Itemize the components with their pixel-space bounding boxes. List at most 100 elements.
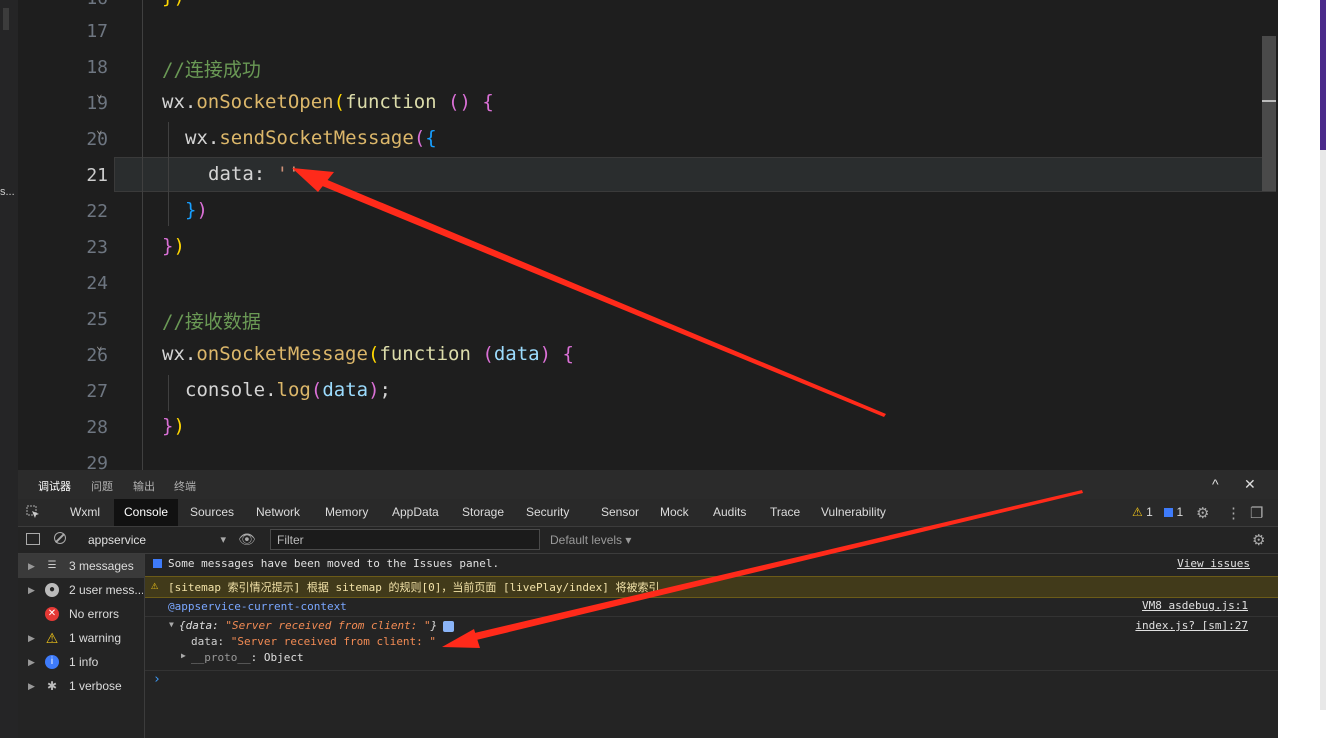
devtools-panel: 调试器 问题 输出 终端 ^ ✕ Wxml Console Sources Ne… [18, 470, 1278, 738]
more-options-icon[interactable]: ⋮ [1226, 504, 1241, 522]
error-icon: ✕ [45, 607, 59, 621]
token: . [184, 91, 197, 113]
object-summary-value: "Server received from client: " [225, 619, 431, 632]
warning-count: 1 [1146, 505, 1153, 519]
tab-terminal[interactable]: 终端 [174, 478, 196, 494]
sidebar-toggle-icon[interactable] [26, 533, 40, 545]
tab-sensor[interactable]: Sensor [591, 499, 649, 526]
object-summary[interactable]: {data: "Server received from client: "} [179, 619, 437, 632]
left-sidebar-strip: s... [0, 0, 18, 738]
tab-sources[interactable]: Sources [180, 499, 244, 526]
list-icon: ☰ [47, 560, 57, 571]
proto-key: __proto__ [191, 651, 251, 664]
token: : [253, 163, 277, 185]
sidebar-item-label: 2 user mess... [69, 583, 143, 597]
fold-chevron-icon[interactable]: ⌄ [96, 87, 103, 100]
log-row-object: ▼ {data: "Server received from client: "… [145, 618, 1278, 671]
tab-audits[interactable]: Audits [703, 499, 756, 526]
tab-debugger[interactable]: 调试器 [38, 478, 71, 502]
eye-icon[interactable]: 👁 [238, 531, 256, 548]
tab-trace[interactable]: Trace [760, 499, 810, 526]
tab-mock[interactable]: Mock [650, 499, 699, 526]
tab-console[interactable]: Console [114, 499, 179, 526]
code-editor[interactable]: 16 17 18 19 20 21 22 23 24 25 26 27 28 2… [18, 0, 1278, 470]
console-prompt[interactable]: › [153, 672, 161, 687]
token: ; [379, 379, 391, 401]
token: . [265, 379, 277, 401]
expand-arrow-icon[interactable]: ▶ [181, 651, 186, 660]
fold-chevron-icon[interactable]: ⌄ [96, 339, 103, 352]
token: log [276, 379, 311, 401]
tab-wxml[interactable]: Wxml [60, 499, 110, 526]
gear-icon[interactable]: ⚙ [1196, 504, 1209, 522]
indent-guide [142, 0, 143, 470]
sidebar-item-info[interactable]: ▶ i 1 info [18, 650, 144, 674]
filter-input[interactable] [270, 529, 540, 550]
indent-guide [168, 375, 169, 411]
clear-console-icon[interactable] [54, 532, 66, 544]
tab-problems[interactable]: 问题 [91, 478, 113, 494]
context-selector[interactable]: appservice [82, 530, 232, 550]
expand-arrow-icon[interactable]: ▼ [169, 620, 174, 629]
expand-arrow-icon: ▶ [28, 585, 35, 595]
line-number: 16 [48, 0, 108, 9]
token: } [162, 235, 174, 257]
sidebar-item-errors[interactable]: ✕ No errors [18, 602, 144, 626]
code-line-27: console.log(data); [185, 379, 391, 401]
info-count: 1 [1176, 505, 1184, 519]
property-value: "Server received from client: " [230, 635, 437, 648]
code-line-19: wx.onSocketOpen(function () { [162, 91, 494, 113]
view-issues-link[interactable]: View issues [1177, 557, 1250, 570]
token: ) [173, 235, 185, 257]
user-icon: ● [45, 583, 59, 597]
token: function [379, 343, 471, 365]
token: () { [436, 91, 494, 113]
sidebar-item-label: 1 warning [69, 631, 122, 645]
sidebar-item-warnings[interactable]: ▶ ⚠ 1 warning [18, 626, 144, 650]
token: wx [162, 343, 185, 365]
expand-arrow-icon: ▶ [28, 681, 35, 691]
sidebar-item-messages[interactable]: ▶ ☰ 3 messages [18, 554, 144, 578]
dock-icon[interactable]: ❐ [1250, 504, 1263, 522]
property-key: data: [191, 635, 231, 648]
tab-output[interactable]: 输出 [133, 478, 155, 494]
token: data [493, 343, 540, 365]
console-toolbar: appservice 👁 Default levels ▾ ⚙ [18, 527, 1278, 554]
tab-security[interactable]: Security [516, 499, 579, 526]
tab-memory[interactable]: Memory [315, 499, 378, 526]
sidebar-item-label: 1 info [69, 655, 99, 669]
tab-appdata[interactable]: AppData [382, 499, 449, 526]
accent-bar [1320, 0, 1326, 150]
tab-vulnerability[interactable]: Vulnerability [811, 499, 896, 526]
notice-text: Some messages have been moved to the Iss… [168, 557, 500, 570]
editor-scrollbar-thumb[interactable] [1262, 36, 1276, 191]
sidebar-item-label: No errors [69, 607, 120, 621]
collapse-panel-icon[interactable]: ^ [1212, 476, 1219, 492]
tab-network[interactable]: Network [246, 499, 310, 526]
issue-counter[interactable]: ⚠ 1 1 [1132, 505, 1183, 519]
console-settings-icon[interactable]: ⚙ [1252, 531, 1265, 549]
scrollbar-cursor-marker [1262, 100, 1276, 102]
fold-chevron-icon[interactable]: ⌄ [96, 123, 103, 136]
token: { [425, 127, 437, 149]
truncated-label: s... [0, 186, 15, 198]
token: } [162, 415, 174, 437]
log-levels-dropdown[interactable]: Default levels ▾ [550, 533, 631, 547]
source-link[interactable]: index.js? [sm]:27 [1135, 619, 1248, 632]
sidebar-item-user-messages[interactable]: ▶ ● 2 user mess... [18, 578, 144, 602]
token: ) [196, 199, 208, 221]
token: ) [539, 343, 552, 365]
sidebar-item-verbose[interactable]: ▶ ✱ 1 verbose [18, 674, 144, 698]
close-panel-icon[interactable]: ✕ [1244, 476, 1256, 493]
side-bar [1320, 150, 1326, 710]
tab-storage[interactable]: Storage [452, 499, 514, 526]
code-line-26: wx.onSocketMessage(function (data) { [162, 343, 574, 365]
panel-tab-bar: 调试器 问题 输出 终端 ^ ✕ [18, 470, 1278, 502]
code-line-20: wx.sendSocketMessage({ [185, 127, 437, 149]
source-link[interactable]: VM8 asdebug.js:1 [1142, 599, 1248, 612]
code-line-18: //连接成功 [162, 59, 261, 81]
proto-row[interactable]: __proto__: Object [191, 651, 304, 664]
token: { [551, 343, 574, 365]
inspect-element-icon[interactable] [26, 505, 40, 519]
